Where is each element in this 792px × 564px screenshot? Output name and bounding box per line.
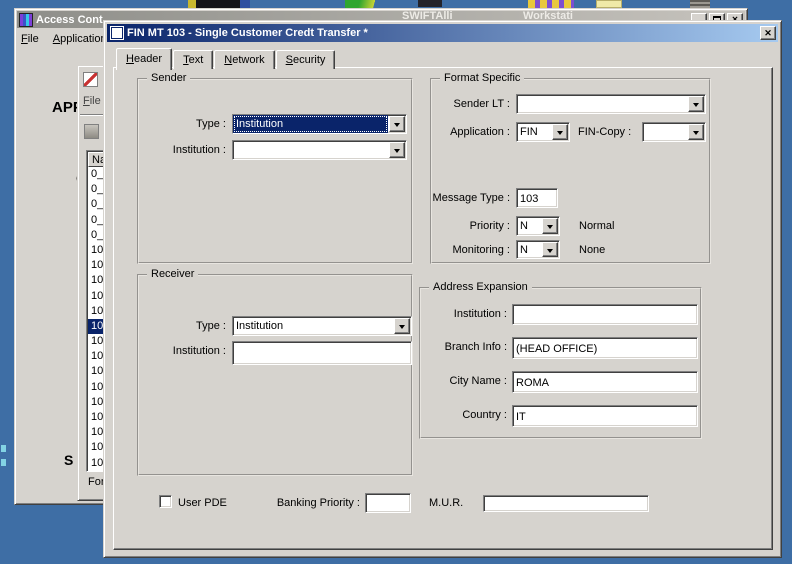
branch-info-label: Branch Info : bbox=[421, 341, 507, 353]
close-button[interactable]: ✕ bbox=[760, 26, 776, 40]
banking-priority-label: Banking Priority : bbox=[248, 497, 360, 509]
receiver-type-combo[interactable]: Institution bbox=[232, 316, 412, 336]
tab-text[interactable]: Text bbox=[173, 50, 213, 69]
addr-institution-input[interactable] bbox=[512, 304, 698, 325]
sender-type-combo[interactable]: Institution bbox=[232, 114, 407, 134]
dropdown-arrow-icon[interactable] bbox=[688, 124, 704, 140]
receiver-legend: Receiver bbox=[147, 268, 198, 280]
header-tab-page: Sender Type : Institution Institution : … bbox=[113, 67, 773, 550]
menu-file[interactable]: File bbox=[21, 33, 39, 45]
tab-security[interactable]: Security bbox=[276, 50, 336, 69]
desktop-label-fragment bbox=[1, 445, 6, 452]
monitoring-description: None bbox=[579, 244, 605, 256]
dropdown-arrow-icon[interactable] bbox=[688, 96, 704, 112]
sender-type-label: Type : bbox=[146, 118, 226, 130]
address-expansion-legend: Address Expansion bbox=[429, 281, 532, 293]
city-name-input[interactable] bbox=[512, 371, 698, 393]
sender-institution-combo[interactable] bbox=[232, 140, 407, 160]
user-pde-label: User PDE bbox=[178, 497, 227, 509]
sender-legend: Sender bbox=[147, 72, 190, 84]
toolbar-icon[interactable] bbox=[84, 124, 99, 139]
mur-input[interactable] bbox=[483, 495, 649, 512]
city-name-label: City Name : bbox=[421, 375, 507, 387]
dropdown-arrow-icon[interactable] bbox=[389, 116, 405, 132]
app-icon bbox=[19, 13, 33, 27]
priority-label: Priority : bbox=[432, 220, 510, 232]
receiver-institution-input[interactable] bbox=[232, 341, 412, 365]
dropdown-arrow-icon[interactable] bbox=[394, 318, 410, 334]
dropdown-arrow-icon[interactable] bbox=[542, 218, 558, 234]
user-pde-checkbox[interactable] bbox=[159, 495, 172, 508]
title-fragment: Workstati bbox=[523, 11, 573, 20]
message-type-label: Message Type : bbox=[432, 192, 510, 204]
banking-priority-input[interactable] bbox=[365, 493, 411, 513]
format-specific-group: Format Specific Sender LT : Application … bbox=[430, 78, 711, 264]
sender-institution-value bbox=[233, 141, 388, 159]
addr-institution-label: Institution : bbox=[421, 308, 507, 320]
address-expansion-group: Address Expansion Institution : Branch I… bbox=[419, 287, 702, 439]
menu-application[interactable]: Application bbox=[53, 33, 107, 45]
monitoring-combo[interactable]: N bbox=[516, 240, 560, 259]
priority-combo[interactable]: N bbox=[516, 216, 560, 236]
application-combo[interactable]: FIN bbox=[516, 122, 570, 142]
dialog-icon bbox=[111, 27, 123, 39]
receiver-type-value: Institution bbox=[233, 317, 393, 335]
tab-network[interactable]: Network bbox=[214, 50, 274, 69]
format-specific-legend: Format Specific bbox=[440, 72, 524, 84]
sender-lt-value bbox=[517, 95, 687, 113]
monitoring-value: N bbox=[517, 241, 541, 258]
sender-institution-label: Institution : bbox=[146, 144, 226, 156]
label-s: S bbox=[64, 452, 73, 468]
application-value: FIN bbox=[517, 123, 551, 141]
document-edit-icon bbox=[83, 72, 98, 87]
desktop: Access Cont SWIFTAlli Workstati ✕ File A… bbox=[0, 0, 792, 564]
dropdown-arrow-icon[interactable] bbox=[542, 242, 558, 257]
branch-info-input[interactable] bbox=[512, 337, 698, 359]
desktop-icon-fragment[interactable] bbox=[690, 0, 710, 8]
dialog-titlebar[interactable]: FIN MT 103 - Single Customer Credt Trans… bbox=[107, 24, 778, 42]
fin-copy-label: FIN-Copy : bbox=[578, 126, 631, 138]
dialog-title: FIN MT 103 - Single Customer Credt Trans… bbox=[127, 27, 368, 39]
tab-header[interactable]: Header bbox=[116, 48, 172, 70]
fin-copy-combo[interactable] bbox=[642, 122, 706, 142]
title-fragment: SWIFTAlli bbox=[402, 11, 453, 20]
receiver-institution-label: Institution : bbox=[146, 345, 226, 357]
dropdown-arrow-icon[interactable] bbox=[552, 124, 568, 140]
desktop-label-fragment bbox=[1, 459, 6, 466]
sender-lt-combo[interactable] bbox=[516, 94, 706, 114]
priority-value: N bbox=[517, 217, 541, 235]
monitoring-label: Monitoring : bbox=[432, 244, 510, 256]
child-menu-file[interactable]: File bbox=[83, 95, 101, 107]
dropdown-arrow-icon[interactable] bbox=[389, 142, 405, 158]
fin-mt103-dialog: FIN MT 103 - Single Customer Credt Trans… bbox=[103, 20, 782, 558]
sender-lt-label: Sender LT : bbox=[432, 98, 510, 110]
message-type-input[interactable] bbox=[516, 188, 558, 208]
tab-bar: Header Text Network Security bbox=[116, 48, 336, 69]
desktop-icon-fragment[interactable] bbox=[596, 0, 622, 8]
mur-label: M.U.R. bbox=[429, 497, 463, 509]
receiver-type-label: Type : bbox=[146, 320, 226, 332]
window-title: Access Cont bbox=[36, 14, 103, 26]
fin-copy-value bbox=[643, 123, 687, 141]
desktop-icon-fragment[interactable] bbox=[418, 0, 442, 7]
priority-description: Normal bbox=[579, 220, 614, 232]
country-input[interactable] bbox=[512, 405, 698, 427]
sender-type-value: Institution bbox=[233, 115, 388, 133]
receiver-group: Receiver Type : Institution Institution … bbox=[137, 274, 413, 476]
application-label: Application : bbox=[432, 126, 510, 138]
country-label: Country : bbox=[421, 409, 507, 421]
sender-group: Sender Type : Institution Institution : bbox=[137, 78, 413, 264]
